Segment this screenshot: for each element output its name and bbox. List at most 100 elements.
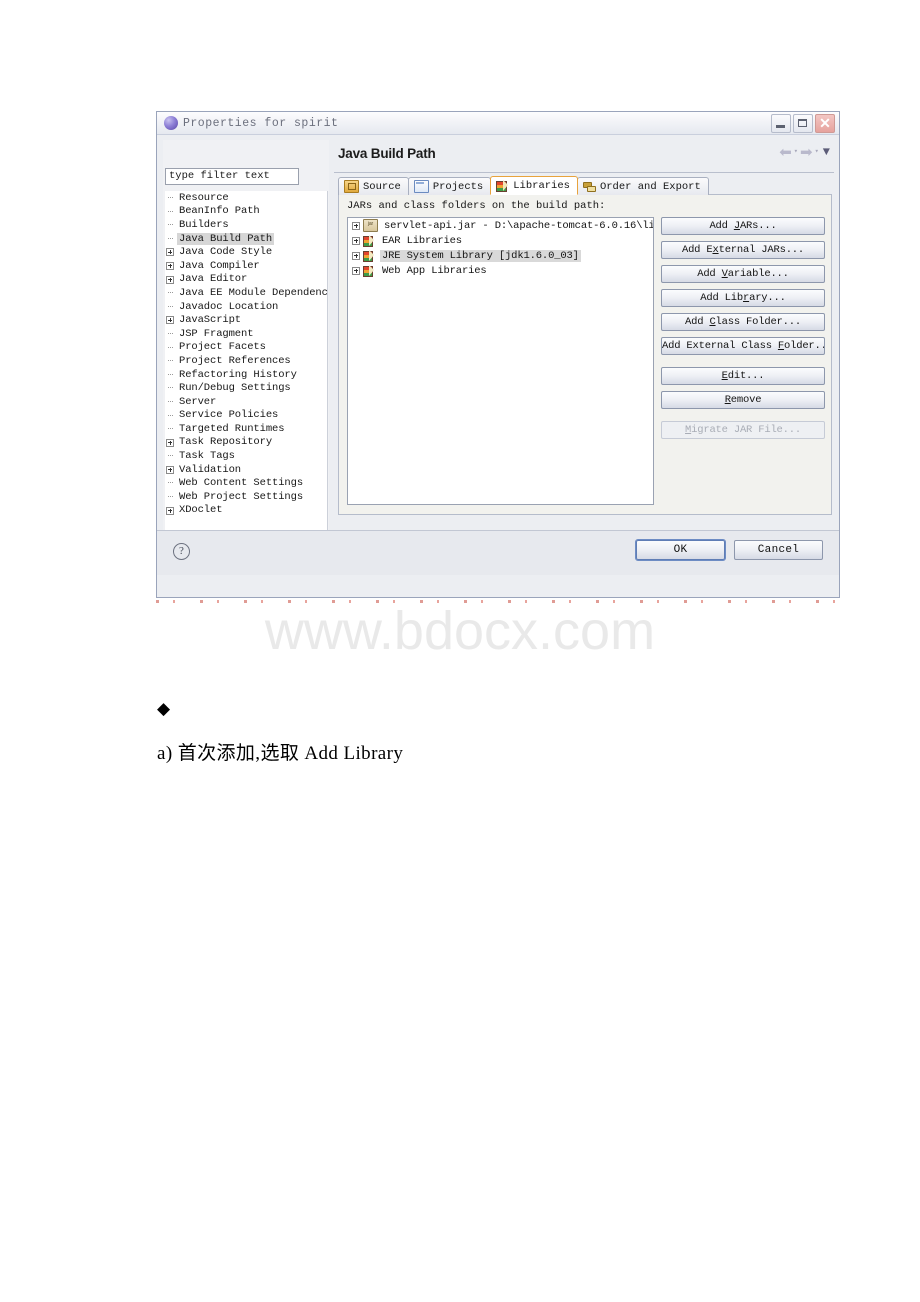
expand-plus-icon[interactable] xyxy=(352,236,360,245)
ok-button[interactable]: OK xyxy=(635,539,726,561)
maximize-button[interactable] xyxy=(793,114,813,133)
button-label: Remove xyxy=(724,394,762,406)
tree-leaf-dash-icon xyxy=(168,305,173,308)
add-variable-button[interactable]: Add Variable... xyxy=(661,265,825,283)
expand-plus-icon[interactable] xyxy=(166,261,174,270)
page-content-panel: Java Build Path ⬅ ▾ ➡ ▾ ▼ Source Projects… xyxy=(334,140,834,569)
button-label: Add External JARs... xyxy=(681,244,805,256)
tree-leaf-dash-icon xyxy=(168,360,173,362)
tree-item-web-content-settings[interactable]: Web Content Settings xyxy=(165,476,327,490)
tree-item-refactoring-history[interactable]: Refactoring History xyxy=(165,368,327,382)
page-root: www.bdocx.com Properties for spirit ✕ ty… xyxy=(0,0,920,1302)
tree-item-service-policies[interactable]: Service Policies xyxy=(165,409,327,423)
minimize-button[interactable] xyxy=(771,114,791,133)
tree-item-label: Java Build Path xyxy=(177,232,275,245)
tree-item-label: BeanInfo Path xyxy=(179,205,260,218)
tree-item-project-facets[interactable]: Project Facets xyxy=(165,341,327,355)
add-external-jars-button[interactable]: Add External JARs... xyxy=(661,241,825,259)
close-icon: ✕ xyxy=(819,115,831,131)
tree-item-java-compiler[interactable]: Java Compiler xyxy=(165,259,327,273)
tree-item-javascript[interactable]: JavaScript xyxy=(165,313,327,327)
tree-item-task-tags[interactable]: Task Tags xyxy=(165,449,327,463)
tab-source[interactable]: Source xyxy=(338,177,409,195)
tree-item-java-ee-module-dependenci[interactable]: Java EE Module Dependenci xyxy=(165,286,327,300)
library-icon xyxy=(363,250,376,262)
expand-plus-icon[interactable] xyxy=(352,266,360,275)
tree-item-label: Refactoring History xyxy=(179,368,297,381)
tree-item-javadoc-location[interactable]: Javadoc Location xyxy=(165,300,327,314)
tree-item-run-debug-settings[interactable]: Run/Debug Settings xyxy=(165,381,327,395)
tree-leaf-dash-icon xyxy=(168,482,173,484)
add-external-class-folder-button[interactable]: Add External Class Folder... xyxy=(661,337,825,355)
tree-item-validation[interactable]: Validation xyxy=(165,463,327,477)
tab-label: Libraries xyxy=(513,179,570,192)
tree-item-label: JavaScript xyxy=(179,314,242,327)
button-label: Add External Class Folder... xyxy=(662,340,824,352)
watermark-text: www.bdocx.com xyxy=(264,601,656,661)
add-jars-button[interactable]: Add JARs... xyxy=(661,217,825,235)
list-caption: JARs and class folders on the build path… xyxy=(347,200,606,212)
build-path-entries-list[interactable]: servlet-api.jar - D:\apache-tomcat-6.0.1… xyxy=(347,217,654,505)
tree-item-web-project-settings[interactable]: Web Project Settings xyxy=(165,490,327,504)
tree-item-beaninfo-path[interactable]: BeanInfo Path xyxy=(165,205,327,219)
expand-plus-icon[interactable] xyxy=(166,275,174,284)
back-dropdown-icon[interactable]: ▾ xyxy=(794,145,798,160)
tab-projects[interactable]: Projects xyxy=(407,177,492,195)
tree-item-java-editor[interactable]: Java Editor xyxy=(165,273,327,287)
page-title: Java Build Path xyxy=(338,146,436,161)
settings-tree[interactable]: Resource BeanInfo Path Builders Java Build … xyxy=(165,191,328,551)
tree-leaf-dash-icon xyxy=(168,496,173,498)
expand-plus-icon[interactable] xyxy=(166,506,174,515)
page-menu-icon[interactable]: ▼ xyxy=(823,145,830,160)
expand-plus-icon[interactable] xyxy=(166,316,174,325)
close-button[interactable]: ✕ xyxy=(815,114,835,133)
remove-button[interactable]: Remove xyxy=(661,391,825,409)
scan-artifact-row xyxy=(156,600,840,603)
tree-item-jsp-fragment[interactable]: JSP Fragment xyxy=(165,327,327,341)
tree-leaf-dash-icon xyxy=(168,414,173,417)
dialog-titlebar[interactable]: Properties for spirit ✕ xyxy=(157,112,839,135)
tree-item-xdoclet[interactable]: XDoclet xyxy=(165,504,327,518)
help-icon[interactable]: ? xyxy=(173,543,190,560)
back-arrow-icon[interactable]: ⬅ xyxy=(779,145,792,160)
expand-plus-icon[interactable] xyxy=(166,438,174,447)
tree-leaf-dash-icon xyxy=(168,428,173,430)
filter-input[interactable]: type filter text xyxy=(165,168,299,185)
build-path-entry[interactable]: Web App Libraries xyxy=(348,263,653,278)
build-path-entry-label: JRE System Library [jdk1.6.0_03] xyxy=(380,249,581,262)
tree-leaf-dash-icon xyxy=(168,292,173,294)
tree-item-server[interactable]: Server xyxy=(165,395,327,409)
build-path-entry[interactable]: JRE System Library [jdk1.6.0_03] xyxy=(348,248,653,263)
tree-item-label: Builders xyxy=(179,218,229,231)
expand-plus-icon[interactable] xyxy=(352,221,360,230)
build-path-entry[interactable]: EAR Libraries xyxy=(348,233,653,248)
tree-item-label: Java Compiler xyxy=(179,259,260,272)
tree-item-java-build-path[interactable]: Java Build Path xyxy=(165,232,327,246)
expand-plus-icon[interactable] xyxy=(166,465,174,474)
expand-plus-icon[interactable] xyxy=(166,248,174,257)
tree-item-targeted-runtimes[interactable]: Targeted Runtimes xyxy=(165,422,327,436)
build-path-actions: Add JARs... Add External JARs... Add Varia… xyxy=(661,217,825,445)
build-path-entry[interactable]: servlet-api.jar - D:\apache-tomcat-6.0.1… xyxy=(348,218,653,233)
build-path-entry-label: EAR Libraries xyxy=(382,234,462,247)
tree-item-task-repository[interactable]: Task Repository xyxy=(165,436,327,450)
jar-icon xyxy=(363,219,378,232)
tree-item-project-references[interactable]: Project References xyxy=(165,354,327,368)
tab-order-and-export[interactable]: Order and Export xyxy=(576,177,709,195)
tab-libraries[interactable]: Libraries xyxy=(490,176,578,195)
tree-item-label: Validation xyxy=(179,463,242,476)
forward-arrow-icon[interactable]: ➡ xyxy=(800,145,813,160)
expand-plus-icon[interactable] xyxy=(352,251,360,260)
tree-item-java-code-style[interactable]: Java Code Style xyxy=(165,245,327,259)
tree-item-builders[interactable]: Builders xyxy=(165,218,327,232)
page-header: Java Build Path ⬅ ▾ ➡ ▾ ▼ xyxy=(334,140,834,173)
page-nav-controls: ⬅ ▾ ➡ ▾ ▼ xyxy=(779,145,830,160)
tree-item-label: XDoclet xyxy=(179,504,223,517)
forward-dropdown-icon[interactable]: ▾ xyxy=(815,145,819,160)
tree-leaf-dash-icon xyxy=(168,400,173,403)
cancel-button[interactable]: Cancel xyxy=(734,540,823,560)
edit-button[interactable]: Edit... xyxy=(661,367,825,385)
add-library-button[interactable]: Add Library... xyxy=(661,289,825,307)
add-class-folder-button[interactable]: Add Class Folder... xyxy=(661,313,825,331)
tree-item-resource[interactable]: Resource xyxy=(165,191,327,205)
